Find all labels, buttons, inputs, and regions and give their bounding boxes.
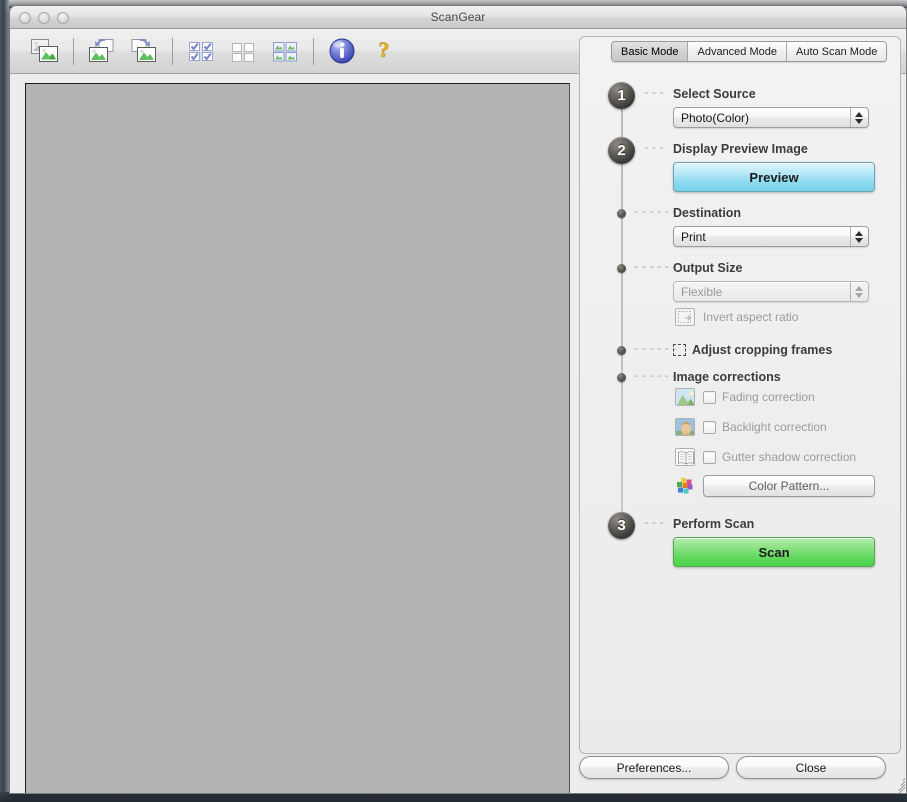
- rotate-left-icon[interactable]: [81, 32, 123, 70]
- select-source-value: Photo(Color): [681, 110, 750, 125]
- resize-grip[interactable]: [890, 775, 906, 793]
- destination-dropdown[interactable]: Print: [673, 226, 869, 247]
- invert-aspect-ratio-row[interactable]: Invert aspect ratio: [675, 308, 798, 326]
- preview-button[interactable]: Preview: [673, 162, 875, 192]
- landscape-thumbnail-icon: [675, 388, 695, 406]
- destination-title: Destination: [673, 206, 742, 220]
- select-source-title: Select Source: [673, 87, 756, 101]
- dialog-footer: Preferences... Close: [10, 747, 906, 793]
- invert-aspect-ratio-icon: [675, 308, 695, 326]
- uncheck-all-images-icon[interactable]: [222, 32, 264, 70]
- destination-stepper-arrows[interactable]: [850, 227, 867, 246]
- gutter-shadow-correction-label: Gutter shadow correction: [722, 450, 857, 464]
- step-dashes-adjust-cropping: ------: [633, 344, 679, 356]
- scan-button[interactable]: Scan: [673, 537, 875, 567]
- backlight-correction-label: Backlight correction: [722, 420, 827, 434]
- preview-pane: [17, 76, 570, 793]
- select-source-stepper-arrows[interactable]: [850, 108, 867, 127]
- settings-panel: Basic Mode Advanced Mode Auto Scan Mode …: [579, 36, 901, 754]
- fading-correction-label: Fading correction: [722, 390, 815, 404]
- gutter-shadow-correction-row[interactable]: Gutter shadow correction: [675, 448, 856, 466]
- adjust-cropping-frames-title: Adjust cropping frames: [692, 343, 833, 357]
- scangear-window: ScanGear ? Basic Mode Advanced Mode Auto…: [9, 6, 907, 794]
- gutter-shadow-correction-checkbox[interactable]: [703, 450, 716, 464]
- mode-tabs: Basic Mode Advanced Mode Auto Scan Mode: [611, 41, 888, 62]
- preview-image-area[interactable]: [25, 83, 570, 793]
- select-source-dropdown[interactable]: Photo(Color): [673, 107, 869, 128]
- tab-basic-mode[interactable]: Basic Mode: [612, 42, 689, 61]
- check-all-images-icon[interactable]: [180, 32, 222, 70]
- step-marker-output-size: [617, 264, 626, 273]
- step-dashes-image-corrections: ------: [633, 371, 679, 383]
- preferences-button[interactable]: Preferences...: [579, 756, 729, 779]
- portrait-thumbnail-icon: [675, 418, 695, 436]
- background-window-left-edge: [0, 0, 9, 802]
- fading-correction-checkbox[interactable]: [703, 390, 716, 404]
- step-dashes-destination: ------: [633, 207, 679, 219]
- step-marker-1: 1: [608, 82, 635, 109]
- backlight-correction-checkbox[interactable]: [703, 420, 716, 434]
- information-icon[interactable]: [321, 32, 363, 70]
- rotate-right-icon[interactable]: [123, 32, 165, 70]
- open-book-icon: [675, 448, 695, 466]
- perform-scan-title: Perform Scan: [673, 517, 755, 531]
- output-size-dropdown[interactable]: Flexible: [673, 281, 869, 302]
- close-button[interactable]: Close: [736, 756, 886, 779]
- color-pattern-row[interactable]: Color Pattern...: [675, 475, 875, 497]
- tab-advanced-mode[interactable]: Advanced Mode: [688, 42, 787, 61]
- step-marker-3: 3: [608, 512, 635, 539]
- step-marker-image-corrections: [617, 373, 626, 382]
- toolbar-separator: [172, 37, 173, 65]
- step-dashes-1: ---: [643, 88, 666, 100]
- svg-text:?: ?: [379, 37, 390, 62]
- step-marker-2: 2: [608, 137, 635, 164]
- backlight-correction-row[interactable]: Backlight correction: [675, 418, 827, 436]
- step-marker-destination: [617, 209, 626, 218]
- step-dashes-3: ---: [643, 518, 666, 530]
- tab-auto-scan-mode[interactable]: Auto Scan Mode: [786, 42, 887, 61]
- toolbar-separator: [313, 37, 314, 65]
- help-icon[interactable]: ?: [363, 32, 405, 70]
- select-all-images-icon[interactable]: [264, 32, 306, 70]
- output-size-title: Output Size: [673, 261, 743, 275]
- window-title: ScanGear: [430, 10, 486, 24]
- color-swatches-icon: [675, 477, 695, 495]
- display-preview-image-title: Display Preview Image: [673, 142, 808, 156]
- crop-frame-icon: [673, 344, 686, 356]
- step-dashes-output-size: ------: [633, 262, 679, 274]
- fading-correction-row[interactable]: Fading correction: [675, 388, 815, 406]
- destination-value: Print: [681, 229, 706, 244]
- output-size-value: Flexible: [681, 284, 723, 299]
- step-marker-adjust-cropping: [617, 346, 626, 355]
- invert-aspect-ratio-label: Invert aspect ratio: [703, 310, 799, 324]
- output-size-stepper-arrows: [850, 282, 867, 301]
- select-all-crop-frames-icon[interactable]: [24, 32, 66, 70]
- window-titlebar: ScanGear: [10, 6, 906, 29]
- toolbar-separator: [73, 37, 74, 65]
- adjust-cropping-frames-row[interactable]: Adjust cropping frames: [673, 343, 832, 357]
- step-dashes-2: ---: [643, 143, 666, 155]
- color-pattern-button[interactable]: Color Pattern...: [703, 475, 875, 497]
- image-corrections-title: Image corrections: [673, 370, 781, 384]
